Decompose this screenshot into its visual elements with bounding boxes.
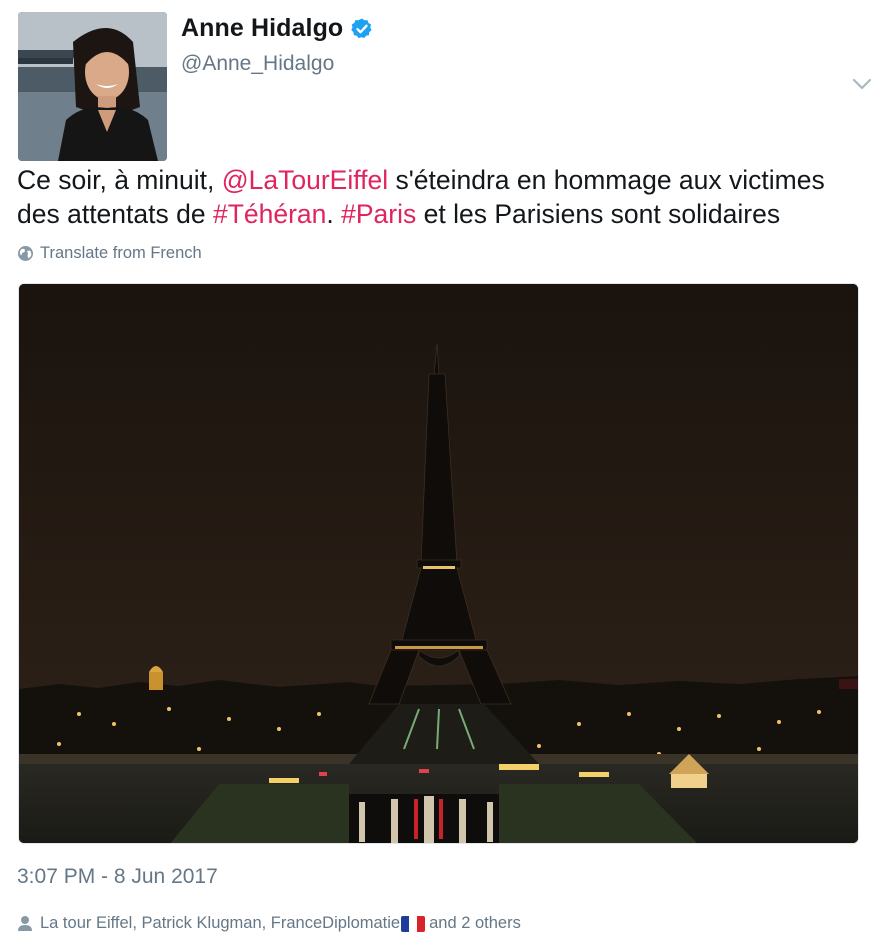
translate-button[interactable]: Translate from French [17,244,202,263]
verified-badge-icon [350,17,374,41]
chevron-down-icon[interactable] [851,76,873,92]
france-flag-icon [401,915,426,932]
avatar[interactable] [18,12,167,161]
mention-link[interactable]: @LaTourEiffel [222,165,388,195]
author-name-row[interactable]: Anne Hidalgo [181,14,374,43]
translate-label[interactable]: Translate from French [40,244,202,263]
tweet-text-segment: . [326,199,342,229]
tweet-text-segment: et les Parisiens sont solidaires [416,199,781,229]
tweet-text: Ce soir, à minuit, @LaTourEiffel s'étein… [17,163,867,231]
globe-icon [17,245,34,262]
tagged-names[interactable]: La tour Eiffel, Patrick Klugman, FranceD… [40,914,400,933]
author-handle[interactable]: @Anne_Hidalgo [181,52,334,76]
author-display-name[interactable]: Anne Hidalgo [181,14,343,43]
hashtag-link[interactable]: #Téhéran [213,199,326,229]
person-icon [17,915,33,932]
tweet-text-segment: Ce soir, à minuit, [17,165,222,195]
tweet-timestamp[interactable]: 3:07 PM - 8 Jun 2017 [17,865,218,889]
tagged-users[interactable]: La tour Eiffel, Patrick Klugman, FranceD… [17,914,521,933]
tagged-others[interactable]: and 2 others [429,914,521,933]
tweet-photo[interactable] [18,283,859,844]
hashtag-link[interactable]: #Paris [341,199,416,229]
